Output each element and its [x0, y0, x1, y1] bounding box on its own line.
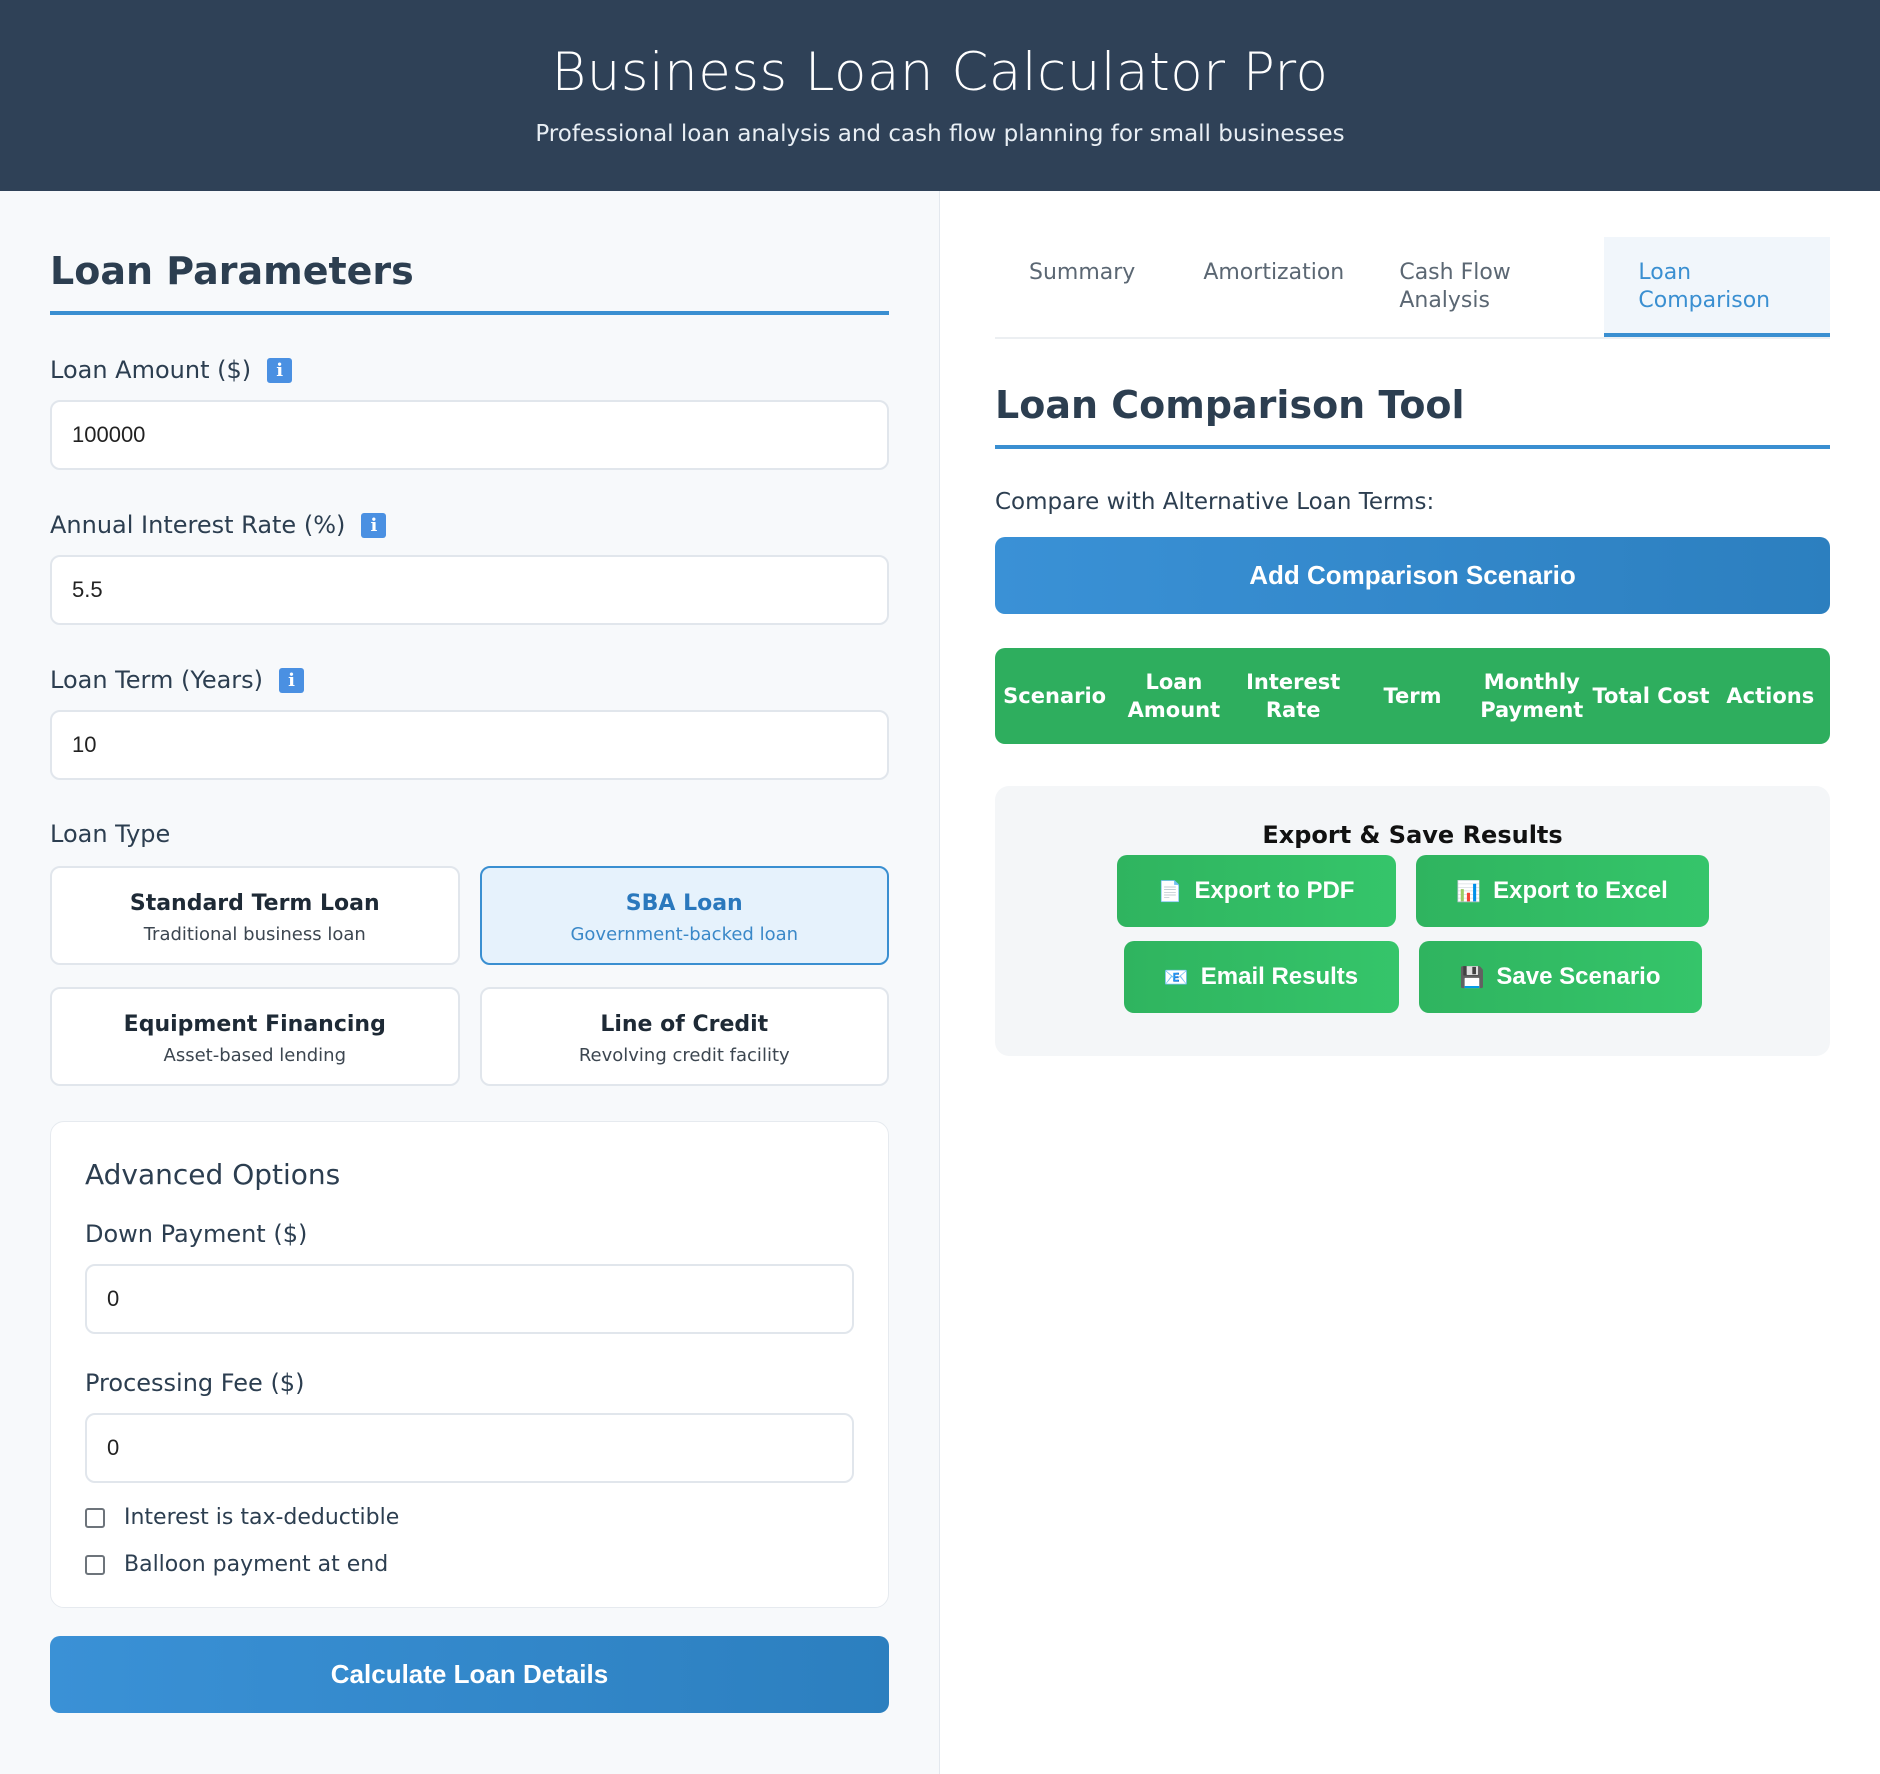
export-title: Export & Save Results [1262, 821, 1563, 849]
column-header-monthly-payment: Monthly Payment [1480, 670, 1584, 722]
tab-amortization[interactable]: Amortization [1169, 237, 1365, 337]
balloon-payment-checkbox[interactable] [85, 1554, 105, 1575]
processing-fee-input[interactable] [85, 1413, 854, 1483]
down-payment-input[interactable] [85, 1264, 854, 1334]
column-header-term: Term [1383, 684, 1442, 708]
loan-parameters-panel: Loan Parameters Loan Amount ($) i Annual… [0, 191, 940, 1774]
column-header-total-cost: Total Cost [1592, 684, 1710, 708]
balloon-payment-option: Balloon payment at end [85, 1552, 854, 1577]
column-header-actions: Actions [1726, 684, 1815, 708]
loan-type-standard-term[interactable]: Standard Term Loan Traditional business … [50, 866, 460, 965]
tax-deductible-label: Interest is tax-deductible [124, 1505, 400, 1530]
document-icon: 📄 [1157, 880, 1183, 903]
loan-type-label: Loan Type [50, 820, 171, 848]
save-scenario-button[interactable]: 💾 Save Scenario [1418, 941, 1702, 1013]
info-icon[interactable]: i [279, 667, 305, 693]
loan-type-line-of-credit[interactable]: Line of Credit Revolving credit facility [479, 987, 889, 1086]
loan-comparison-title: Loan Comparison Tool [995, 383, 1830, 449]
advanced-options-panel: Advanced Options Down Payment ($) Proces… [50, 1121, 889, 1608]
down-payment-label: Down Payment ($) [85, 1220, 308, 1248]
tax-deductible-option: Interest is tax-deductible [85, 1505, 854, 1530]
info-icon[interactable]: i [267, 357, 293, 383]
loan-type-sba[interactable]: SBA Loan Government-backed loan [479, 866, 889, 965]
app-title: Business Loan Calculator Pro [551, 42, 1329, 103]
balloon-payment-label: Balloon payment at end [124, 1552, 389, 1577]
app-subtitle: Professional loan analysis and cash flow… [535, 121, 1345, 147]
loan-term-input[interactable] [50, 710, 889, 780]
tab-cash-flow-analysis[interactable]: Cash Flow Analysis [1365, 237, 1603, 337]
add-comparison-button[interactable]: Add Comparison Scenario [995, 537, 1830, 614]
interest-rate-input[interactable] [50, 555, 889, 625]
calculate-button[interactable]: Calculate Loan Details [50, 1636, 889, 1713]
processing-fee-label: Processing Fee ($) [85, 1369, 305, 1397]
advanced-options-title: Advanced Options [85, 1158, 341, 1191]
comparison-subtitle: Compare with Alternative Loan Terms: [995, 489, 1435, 515]
results-panel: Summary Amortization Cash Flow Analysis … [940, 191, 1880, 1774]
loan-type-equipment-financing[interactable]: Equipment Financing Asset-based lending [50, 987, 460, 1086]
loan-amount-input[interactable] [50, 400, 889, 470]
app-header: Business Loan Calculator Pro Professiona… [0, 0, 1880, 191]
loan-type-options: Standard Term Loan Traditional business … [50, 866, 889, 1086]
column-header-scenario: Scenario [1003, 684, 1107, 708]
floppy-disk-icon: 💾 [1459, 966, 1485, 989]
comparison-table-header: Scenario Loan Amount Interest Rate Term … [995, 648, 1830, 744]
column-header-loan-amount: Loan Amount [1127, 670, 1221, 722]
email-results-button[interactable]: 📧 Email Results [1123, 941, 1399, 1013]
loan-term-label: Loan Term (Years) i [50, 665, 889, 695]
tab-loan-comparison[interactable]: Loan Comparison [1604, 237, 1830, 337]
interest-rate-label: Annual Interest Rate (%) i [50, 510, 889, 540]
export-excel-button[interactable]: 📊 Export to Excel [1415, 855, 1709, 927]
column-header-interest-rate: Interest Rate [1246, 670, 1341, 722]
export-pdf-button[interactable]: 📄 Export to PDF [1116, 855, 1396, 927]
export-save-panel: Export & Save Results 📄 Export to PDF 📊 … [995, 786, 1830, 1056]
email-icon: 📧 [1163, 966, 1189, 989]
loan-amount-label: Loan Amount ($) i [50, 355, 889, 385]
loan-parameters-title: Loan Parameters [50, 249, 889, 315]
tab-summary[interactable]: Summary [995, 237, 1169, 337]
tax-deductible-checkbox[interactable] [85, 1507, 105, 1528]
main-content: Loan Parameters Loan Amount ($) i Annual… [0, 191, 1880, 1774]
bar-chart-icon: 📊 [1456, 880, 1482, 903]
results-tabs: Summary Amortization Cash Flow Analysis … [995, 237, 1830, 339]
info-icon[interactable]: i [361, 512, 387, 538]
